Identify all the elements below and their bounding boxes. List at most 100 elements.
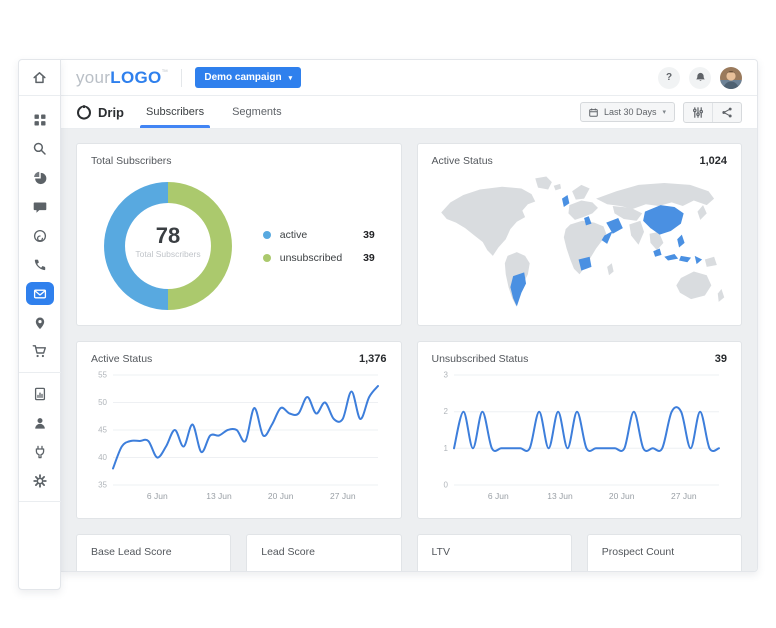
card-title: Total Subscribers	[91, 155, 172, 167]
svg-text:50: 50	[98, 398, 107, 407]
map-saudi-arabia[interactable]	[605, 218, 623, 234]
map-europe	[567, 200, 598, 220]
sidebar	[18, 59, 61, 590]
svg-text:55: 55	[98, 371, 107, 380]
donut-center-label: Total Subscribers	[135, 249, 200, 259]
map-greenland	[534, 176, 552, 190]
sidebar-item-locations[interactable]	[25, 308, 54, 337]
date-range-button[interactable]: Last 30 Days ▾	[579, 102, 675, 122]
map-united-kingdom[interactable]	[561, 194, 569, 207]
map-iceland	[553, 183, 561, 191]
map-indochina	[649, 231, 663, 251]
calendar-icon	[589, 108, 598, 117]
mail-icon	[33, 287, 47, 301]
sidebar-item-dashboard[interactable]	[25, 105, 54, 134]
map-indonesia[interactable]	[663, 253, 678, 261]
total-subscribers-card: Total Subscribers 78 Total Subscribers a…	[76, 143, 402, 326]
legend-dot-unsubscribed	[262, 253, 271, 262]
sidebar-item-integrations[interactable]	[25, 437, 54, 466]
drip-logo-icon	[77, 105, 91, 120]
map-australia	[675, 271, 711, 300]
drip-app-name: Drip	[98, 104, 124, 120]
filter-button[interactable]	[684, 103, 712, 122]
sidebar-item-messages[interactable]	[25, 192, 54, 221]
map-malaysia[interactable]	[652, 248, 662, 257]
map-philippines[interactable]	[676, 234, 685, 248]
sidebar-divider	[18, 501, 61, 502]
sidebar-item-analytics[interactable]	[25, 163, 54, 192]
svg-text:35: 35	[98, 481, 107, 490]
map-indonesia-east[interactable]	[678, 255, 691, 263]
unsubscribed-status-line-chart: 0 1 2 3 6 Jun 13 Jun 20 Jun 27 Jun	[443, 371, 720, 501]
phone-icon	[34, 259, 45, 270]
prospect-count-card: Prospect Count	[586, 534, 742, 571]
svg-text:27 Jun: 27 Jun	[330, 491, 356, 501]
sidebar-item-settings[interactable]	[25, 466, 54, 495]
map-china[interactable]	[642, 205, 684, 235]
sidebar-item-calls[interactable]	[25, 250, 54, 279]
chevron-down-icon: ▾	[662, 109, 666, 116]
filter-sliders-icon	[693, 106, 703, 118]
sidebar-item-reports[interactable]	[25, 379, 54, 408]
svg-text:13 Jun: 13 Jun	[206, 491, 232, 501]
date-range-label: Last 30 Days	[603, 107, 657, 117]
map-japan	[697, 205, 707, 220]
active-status-line-chart: 35 40 45 50 55 6 Jun 13 Jun 20 Jun 27 Jun	[98, 371, 379, 501]
header-divider	[181, 68, 183, 87]
bell-icon	[695, 72, 705, 81]
tab-subscribers[interactable]: Subscribers	[139, 96, 211, 128]
chevron-down-icon: ▾	[288, 74, 293, 82]
page: yourLOGO™ Demo campaign ▾ ? Drip Subscri…	[0, 0, 776, 628]
search-icon	[32, 141, 47, 156]
active-status-map-card: Active Status 1,024	[416, 143, 742, 326]
legend-value: 39	[363, 228, 375, 241]
ltv-card: LTV	[416, 534, 572, 571]
svg-text:20 Jun: 20 Jun	[608, 491, 634, 501]
card-title: Active Status	[91, 353, 153, 365]
sidebar-item-ecommerce[interactable]	[25, 337, 54, 366]
card-value: 39	[714, 353, 727, 365]
legend-label: unsubscribed	[279, 251, 343, 264]
notifications-button[interactable]	[689, 66, 711, 89]
sidebar-item-email[interactable]	[25, 282, 54, 305]
legend-item-unsubscribed[interactable]: unsubscribed 39	[262, 251, 375, 264]
legend-value: 39	[363, 251, 375, 264]
location-pin-icon	[35, 317, 44, 329]
svg-text:1: 1	[443, 444, 448, 453]
tab-segments[interactable]: Segments	[232, 96, 282, 128]
tab-subscribers-label: Subscribers	[146, 106, 205, 118]
help-button[interactable]: ?	[658, 66, 680, 89]
card-title: LTV	[431, 546, 450, 558]
legend-label: active	[279, 228, 308, 241]
user-avatar[interactable]	[720, 66, 742, 89]
toolbar: Drip Subscribers Segments Last 30 Days ▾	[61, 96, 757, 129]
campaign-selector-button[interactable]: Demo campaign ▾	[195, 67, 302, 88]
map-new-guinea	[704, 256, 717, 267]
card-title: Active Status	[431, 155, 493, 167]
sidebar-item-contacts[interactable]	[25, 408, 54, 437]
sidebar-item-search[interactable]	[25, 134, 54, 163]
sidebar-divider	[18, 372, 61, 373]
logo: yourLOGO™	[76, 68, 168, 88]
map-india	[628, 220, 644, 245]
share-button[interactable]	[712, 102, 741, 122]
card-title: Base Lead Score	[91, 546, 172, 558]
drip-brand: Drip	[76, 96, 124, 128]
map-scandinavia	[571, 184, 590, 200]
avatar-image	[720, 66, 742, 89]
card-title: Unsubscribed Status	[431, 353, 529, 365]
plug-icon	[33, 445, 47, 459]
sidebar-item-home[interactable]	[19, 60, 60, 96]
legend-item-active[interactable]: active 39	[262, 228, 375, 241]
apps-grid-icon	[34, 114, 45, 125]
svg-text:3: 3	[443, 371, 448, 380]
sidebar-item-campaigns[interactable]	[25, 221, 54, 250]
person-icon	[34, 417, 45, 429]
donut-center-value: 78	[156, 223, 180, 248]
map-madagascar	[606, 263, 614, 276]
svg-text:45: 45	[98, 426, 107, 435]
lead-score-card: Lead Score	[246, 534, 402, 571]
svg-text:40: 40	[98, 453, 107, 462]
svg-text:6 Jun: 6 Jun	[487, 491, 508, 501]
map-indonesia-far[interactable]	[694, 255, 702, 265]
